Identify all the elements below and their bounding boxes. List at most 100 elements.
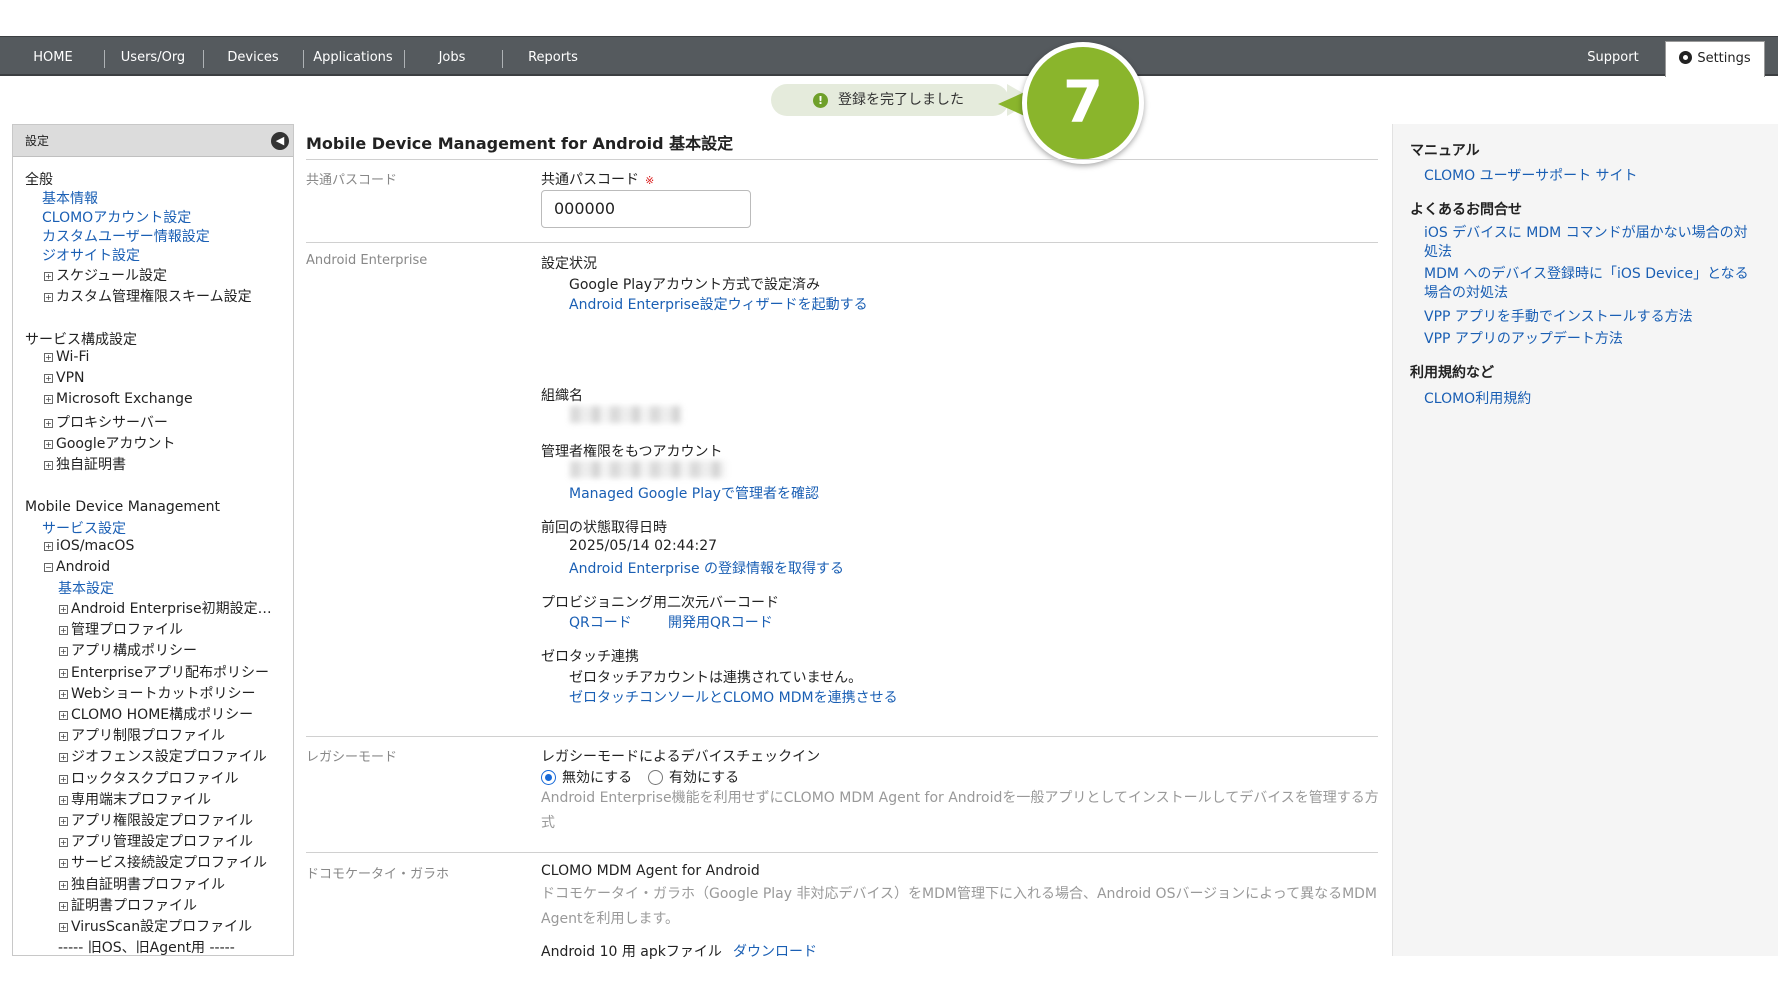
sidebar-item-android-sub[interactable]: + アプリ管理設定プロファイル [59,831,253,851]
fetch-registration-link[interactable]: Android Enterprise の登録情報を取得する [569,558,844,578]
sidebar-item-android-basic[interactable]: 基本設定 [58,578,114,598]
expand-icon[interactable]: + [59,732,68,742]
sidebar-item-geosite[interactable]: ジオサイト設定 [42,245,140,265]
collapse-sidebar-icon[interactable]: ◀ [271,132,289,150]
sidebar-item-label: アプリ構成ポリシー [71,643,197,660]
terms-link[interactable]: CLOMO利用規約 [1424,388,1531,408]
sidebar-item-android-sub[interactable]: + ロックタスクプロファイル [59,768,238,788]
passcode-input[interactable]: 000000 [541,190,751,228]
nav-settings-tab[interactable]: Settings [1665,41,1765,77]
section-divider [306,736,1378,737]
expand-icon[interactable]: + [59,880,68,890]
expand-icon[interactable]: + [59,689,68,699]
expand-icon[interactable]: + [44,419,53,428]
nav-reports[interactable]: Reports [518,37,588,75]
sidebar-item-google-account[interactable]: + Googleアカウント [44,433,175,453]
qr-code-link[interactable]: QRコード [569,612,632,632]
expand-icon[interactable]: + [59,711,68,720]
expand-icon[interactable]: + [59,838,68,848]
collapse-icon[interactable]: − [44,563,53,572]
expand-icon[interactable]: + [44,293,53,302]
sidebar-item-android-sub[interactable]: + アプリ権限設定プロファイル [59,810,253,830]
sidebar-item-custom-user[interactable]: カスタムユーザー情報設定 [42,226,210,246]
top-navigation: HOME Users/Org Devices Applications Jobs… [0,36,1778,77]
expand-icon[interactable]: + [44,272,53,281]
expand-icon[interactable]: + [59,923,68,932]
sidebar-item-android-sub[interactable]: + 独自証明書プロファイル [59,874,225,894]
sidebar-item-android-sub[interactable]: + CLOMO HOME構成ポリシー [59,704,253,724]
expand-icon[interactable]: + [59,795,68,805]
sidebar-item-android-sub[interactable]: + ジオフェンス設定プロファイル [59,746,267,766]
sidebar-title: 設定 [25,134,50,148]
sidebar-item-label: カスタム管理権限スキーム設定 [56,289,252,305]
zero-touch-connect-link[interactable]: ゼロタッチコンソールとCLOMO MDMを連携させる [569,687,898,707]
sidebar-item-label: プロキシサーバー [56,415,168,431]
nav-jobs[interactable]: Jobs [420,37,484,75]
sidebar-item-android-sub[interactable]: + 専用端末プロファイル [59,789,211,809]
sidebar-item-android-sub[interactable]: + サービス接続設定プロファイル [59,852,267,872]
legacy-disable-label: 無効にする [562,770,633,786]
nav-support[interactable]: Support [1580,37,1646,75]
expand-icon[interactable]: + [59,605,68,614]
faq-link-vpp-manual[interactable]: VPP アプリを手動でインストールする方法 [1424,306,1693,326]
nav-users-org[interactable]: Users/Org [112,37,194,75]
sidebar-item-wifi[interactable]: + Wi-Fi [44,349,89,365]
sidebar-item-service-settings[interactable]: サービス設定 [42,518,126,538]
sidebar-item-android-sub[interactable]: + Enterpriseアプリ配布ポリシー [59,662,269,682]
expand-icon[interactable]: + [59,753,68,763]
legacy-enable-option[interactable]: 有効にする [648,767,739,787]
zero-touch-status: ゼロタッチアカウントは連携されていません。 [569,670,863,686]
sidebar-item-custom-permission[interactable]: + カスタム管理権限スキーム設定 [44,286,252,306]
wizard-link[interactable]: Android Enterprise設定ウィザードを起動する [569,294,868,314]
sidebar-item-android[interactable]: − Android [44,559,110,575]
sidebar-item-exchange[interactable]: + Microsoft Exchange [44,391,193,407]
faq-link-vpp-update[interactable]: VPP アプリのアップデート方法 [1424,328,1623,348]
expand-icon[interactable]: + [59,901,68,911]
expand-icon[interactable]: + [59,774,68,784]
expand-icon[interactable]: + [59,647,68,657]
sidebar-item-label: ジオフェンス設定プロファイル [71,749,267,766]
sidebar-item-proxy[interactable]: + プロキシサーバー [44,412,168,432]
expand-icon[interactable]: + [59,859,68,869]
expand-icon[interactable]: + [44,374,53,383]
apk-download-link[interactable]: ダウンロード [733,941,817,961]
expand-icon[interactable]: + [59,626,68,636]
sidebar-item-ios-macos[interactable]: + iOS/macOS [44,538,134,554]
legacy-disable-option[interactable]: 無効にする [541,767,632,787]
expand-icon[interactable]: + [44,461,53,470]
nav-applications[interactable]: Applications [310,37,396,75]
sidebar-item-android-sub[interactable]: + アプリ制限プロファイル [59,725,225,745]
dev-qr-code-link[interactable]: 開発用QRコード [668,612,773,632]
sidebar-item-own-cert[interactable]: + 独自証明書 [44,454,126,474]
sidebar-item-basic-info[interactable]: 基本情報 [42,188,98,208]
legacy-enable-radio[interactable] [648,770,663,785]
sidebar-item-clomo-account[interactable]: CLOMOアカウント設定 [42,207,191,227]
nav-devices[interactable]: Devices [215,37,291,75]
legacy-disable-radio[interactable] [541,770,556,785]
expand-icon[interactable]: + [44,440,53,449]
sidebar-item-android-sub[interactable]: + 管理プロファイル [59,619,183,639]
section-divider [306,852,1378,853]
sidebar-item-label: 管理プロファイル [71,622,183,639]
expand-icon[interactable]: + [44,395,53,404]
nav-home[interactable]: HOME [22,37,84,75]
support-site-link[interactable]: CLOMO ユーザーサポート サイト [1424,165,1638,185]
sidebar-item-vpn[interactable]: + VPN [44,370,85,386]
sidebar-item-label: スケジュール設定 [56,268,168,284]
faq-link-ios-device[interactable]: MDM へのデバイス登録時に「iOS Device」となる場合の対処法 [1424,265,1754,303]
sidebar-item-android-sub[interactable]: + アプリ構成ポリシー [59,640,197,660]
managed-play-admin-link[interactable]: Managed Google Playで管理者を確認 [569,483,819,503]
sidebar-item-android-sub[interactable]: + Android Enterprise初期設定… [59,598,272,618]
required-mark: ※ [645,174,655,187]
expand-icon[interactable]: + [59,817,68,826]
sidebar-item-android-sub[interactable]: + VirusScan設定プロファイル [59,916,252,936]
help-panel: マニュアル CLOMO ユーザーサポート サイト よくあるお問合せ iOS デバ… [1392,124,1778,956]
sidebar-item-android-sub[interactable]: + Webショートカットポリシー [59,683,256,703]
expand-icon[interactable]: + [59,668,68,678]
expand-icon[interactable]: + [44,353,53,362]
gear-icon [1679,51,1693,64]
sidebar-item-android-sub[interactable]: + 証明書プロファイル [59,895,197,915]
sidebar-item-schedule[interactable]: + スケジュール設定 [44,265,167,285]
expand-icon[interactable]: + [44,542,53,551]
faq-link-mdm-command[interactable]: iOS デバイスに MDM コマンドが届かない場合の対処法 [1424,224,1754,262]
